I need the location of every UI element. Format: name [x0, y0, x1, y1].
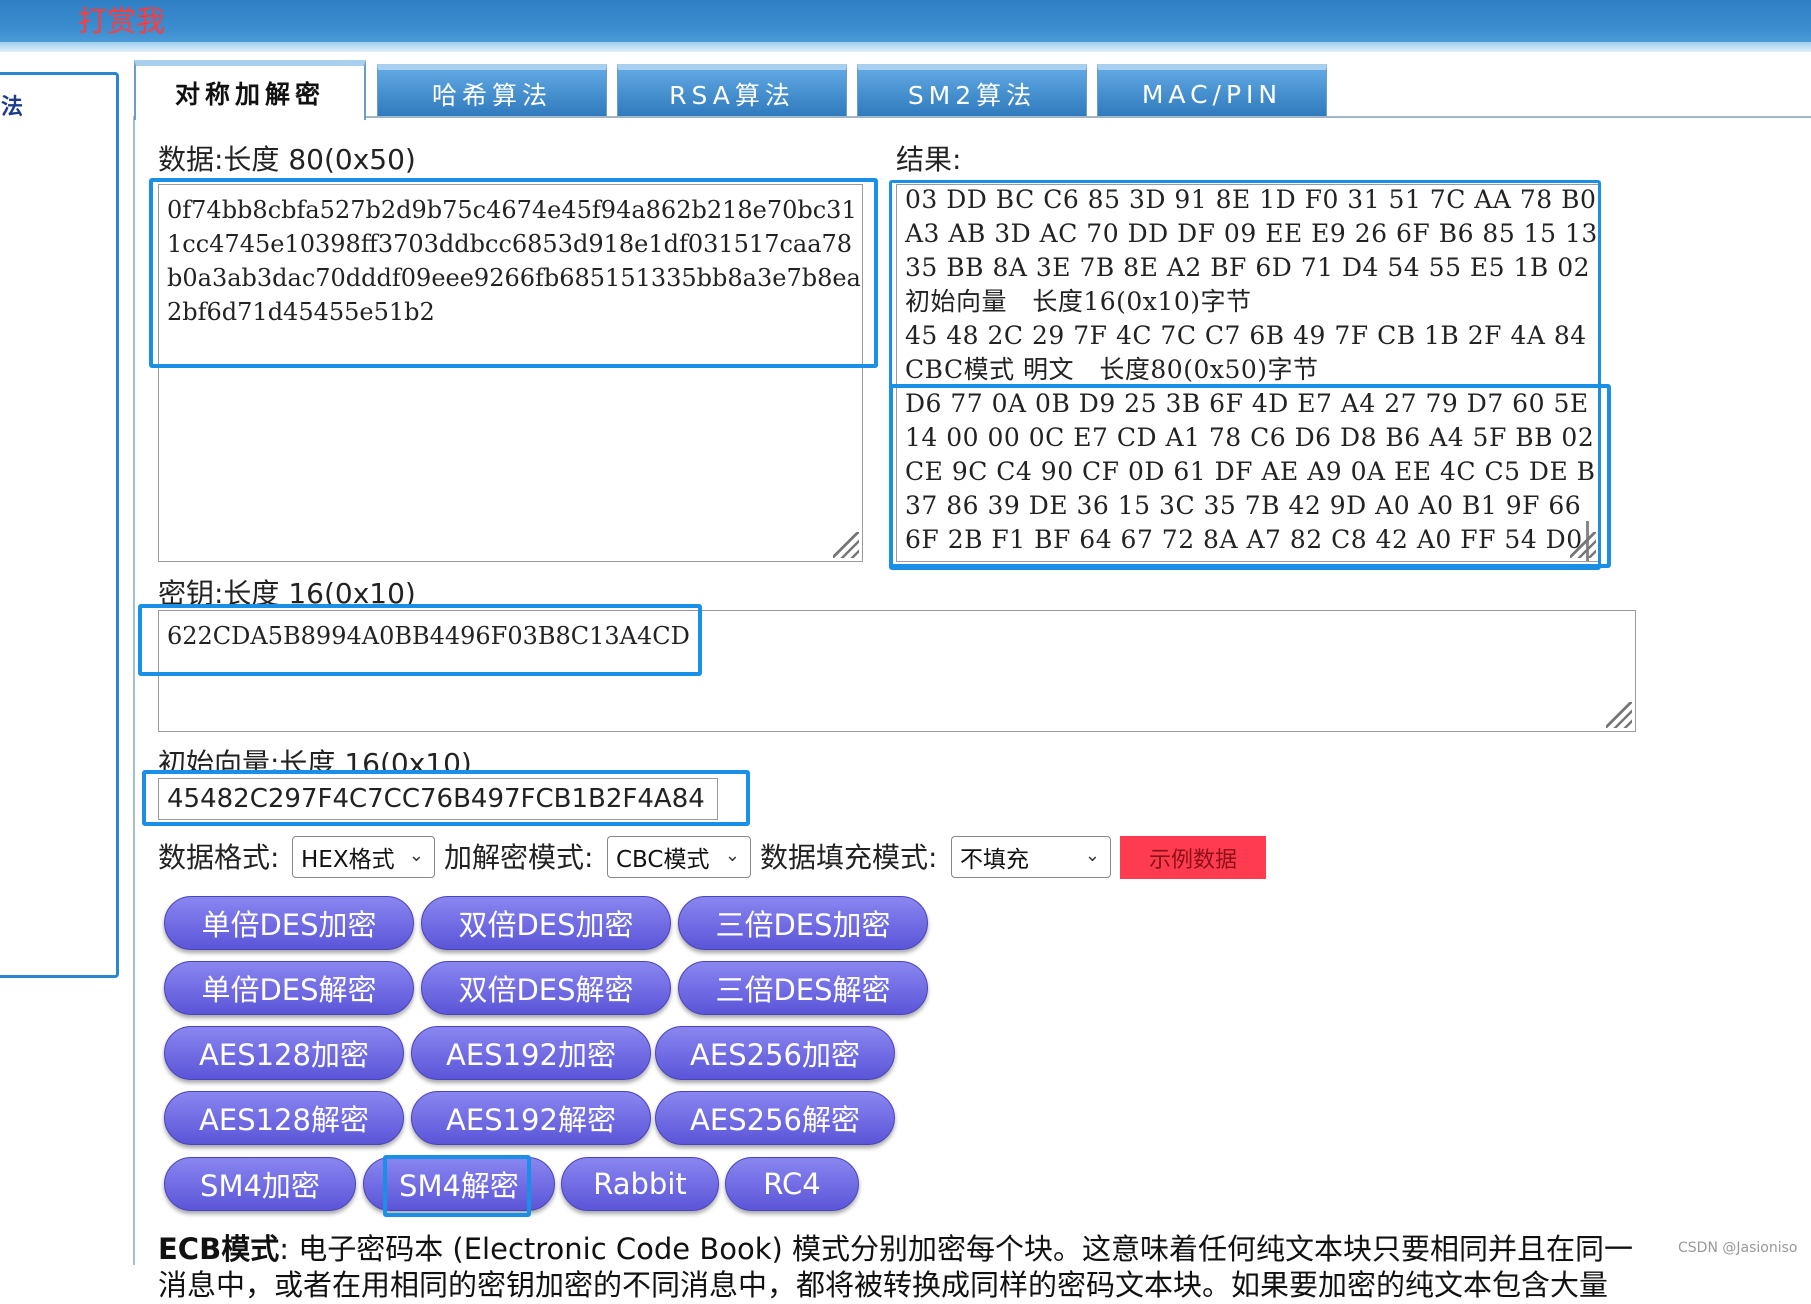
result-line: 初始向量 长度16(0x10)字节	[905, 287, 1252, 316]
result-textarea[interactable]: 03 DD BC C6 85 3D 91 8E 1D F0 31 51 7C A…	[896, 184, 1600, 562]
tab-label: SM2算法	[907, 81, 1037, 110]
tab-label: MAC/PIN	[1141, 79, 1283, 109]
sm4-encrypt-button[interactable]: SM4加密	[164, 1157, 356, 1211]
result-line: 14 00 00 0C E7 CD A1 78 C6 D6 D8 B6 A4 5…	[905, 423, 1595, 452]
result-line: 35 BB 8A 3E 7B 8E A2 BF 6D 71 D4 54 55 E…	[905, 253, 1591, 282]
resize-handle[interactable]	[1570, 532, 1596, 558]
result-line: 45 48 2C 29 7F 4C 7C C7 6B 49 7F CB 1B 2…	[905, 321, 1587, 350]
result-line: D6 77 0A 0B D9 25 3B 6F 4D E7 A4 27 79 D…	[905, 389, 1589, 418]
key-textarea[interactable]: 622CDA5B8994A0BB4496F03B8C13A4CD	[158, 610, 1636, 732]
des1-encrypt-button[interactable]: 单倍DES加密	[164, 896, 414, 950]
tab-rsa[interactable]: RSA算法	[617, 64, 847, 118]
tab-hash[interactable]: 哈希算法	[377, 64, 607, 118]
sm4-decrypt-button[interactable]: SM4解密	[363, 1157, 555, 1211]
data-textarea[interactable]: 0f74bb8cbfa527b2d9b75c4674e45f94a862b218…	[158, 184, 863, 562]
ecb-description-line2: 消息中，或者在用相同的密钥加密的不同消息中，都将被转换成同样的密码文本块。如果要…	[158, 1268, 1609, 1302]
mode-value: CBC模式	[616, 847, 710, 873]
aes192-decrypt-button[interactable]: AES192解密	[411, 1091, 651, 1145]
aes192-encrypt-button[interactable]: AES192加密	[411, 1026, 651, 1080]
result-line: A3 AB 3D AC 70 DD DF 09 EE E9 26 6F B6 8…	[905, 219, 1598, 248]
chevron-down-icon: ⌄	[724, 845, 740, 866]
padding-value: 不填充	[960, 847, 1029, 873]
des3-encrypt-button[interactable]: 三倍DES加密	[678, 896, 928, 950]
data-text: 0f74bb8cbfa527b2d9b75c4674e45f94a862b218…	[167, 196, 861, 326]
data-label: 数据:长度 80(0x50)	[158, 143, 416, 176]
sidebar-panel: 法	[0, 72, 119, 978]
format-select[interactable]: HEX格式 ⌄	[292, 836, 435, 878]
resize-handle[interactable]	[1606, 702, 1632, 728]
key-text: 622CDA5B8994A0BB4496F03B8C13A4CD	[167, 622, 690, 650]
tab-underline	[360, 116, 1811, 118]
sidebar-item-label[interactable]: 法	[1, 89, 23, 121]
tab-label: RSA算法	[669, 81, 795, 110]
result-line: 03 DD BC C6 85 3D 91 8E 1D F0 31 51 7C A…	[905, 185, 1597, 214]
format-value: HEX格式	[301, 847, 395, 873]
sample-data-button[interactable]: 示例数据	[1120, 836, 1266, 879]
resize-handle[interactable]	[833, 532, 859, 558]
des2-encrypt-button[interactable]: 双倍DES加密	[421, 896, 671, 950]
mode-label: 加解密模式:	[444, 841, 594, 874]
ecb-text: : 电子密码本 (Electronic Code Book) 模式分别加密每个块…	[279, 1232, 1634, 1266]
iv-label: 初始向量:长度 16(0x10)	[158, 747, 472, 770]
padding-label: 数据填充模式:	[760, 841, 938, 874]
tab-sm2[interactable]: SM2算法	[857, 64, 1087, 118]
watermark: CSDN @Jasioniso	[1678, 1240, 1798, 1256]
result-line: CE 9C C4 90 CF 0D 61 DF AE A9 0A EE 4C C…	[905, 457, 1600, 486]
ecb-term: ECB模式	[158, 1232, 280, 1266]
tab-label: 哈希算法	[431, 81, 552, 110]
des1-decrypt-button[interactable]: 单倍DES解密	[164, 961, 414, 1015]
tab-mac-pin[interactable]: MAC/PIN	[1097, 64, 1327, 118]
aes128-encrypt-button[interactable]: AES128加密	[164, 1026, 404, 1080]
aes128-decrypt-button[interactable]: AES128解密	[164, 1091, 404, 1145]
result-line: CBC模式 明文 长度80(0x50)字节	[905, 355, 1319, 384]
reward-link[interactable]: 打赏我	[78, 0, 165, 40]
mode-select[interactable]: CBC模式 ⌄	[607, 836, 751, 878]
des2-decrypt-button[interactable]: 双倍DES解密	[421, 961, 671, 1015]
format-label: 数据格式:	[158, 841, 280, 874]
key-label: 密钥:长度 16(0x10)	[158, 577, 416, 610]
aes256-decrypt-button[interactable]: AES256解密	[655, 1091, 895, 1145]
iv-text: 45482C297F4C7CC76B497FCB1B2F4A84	[167, 784, 705, 814]
banner-divider	[0, 42, 1811, 52]
rc4-button[interactable]: RC4	[725, 1157, 859, 1211]
tab-label: 对称加解密	[174, 80, 325, 109]
top-banner: 打赏我	[0, 0, 1811, 52]
rabbit-button[interactable]: Rabbit	[561, 1157, 719, 1211]
content-left-border	[133, 116, 135, 1265]
aes256-encrypt-button[interactable]: AES256加密	[655, 1026, 895, 1080]
result-label: 结果:	[896, 143, 962, 176]
result-text: 03 DD BC C6 85 3D 91 8E 1D F0 31 51 7C A…	[905, 185, 1600, 557]
iv-input[interactable]: 45482C297F4C7CC76B497FCB1B2F4A84	[158, 778, 718, 820]
des3-decrypt-button[interactable]: 三倍DES解密	[678, 961, 928, 1015]
result-line: 6F 2B F1 BF 64 67 72 8A A7 82 C8 42 A0 F…	[905, 525, 1583, 554]
tab-symmetric[interactable]: 对称加解密	[134, 60, 366, 120]
chevron-down-icon: ⌄	[408, 845, 424, 866]
result-line: 37 86 39 DE 36 15 3C 35 7B 42 9D A0 A0 B…	[905, 491, 1582, 520]
padding-select[interactable]: 不填充 ⌄	[951, 836, 1111, 878]
chevron-down-icon: ⌄	[1084, 845, 1100, 866]
